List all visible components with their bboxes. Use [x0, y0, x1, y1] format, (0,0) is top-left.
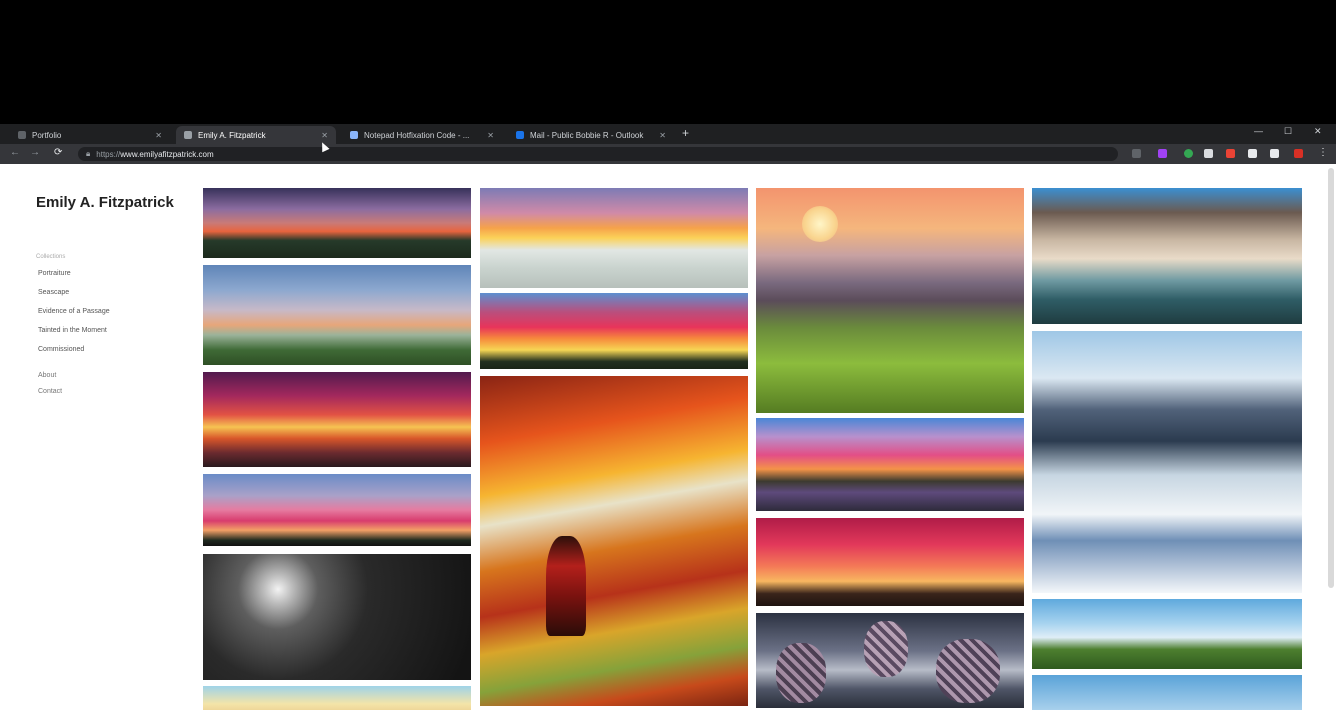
page-icon: [184, 131, 192, 139]
dusk-mountains-painting[interactable]: [203, 188, 471, 258]
woman-with-umbrella-figure: [546, 536, 586, 636]
browser-toolbar: ← → ⟳ 🔒︎ https://www.emilyafitzpatrick.c…: [0, 144, 1336, 164]
close-icon[interactable]: ✕: [155, 131, 162, 140]
page-icon: [350, 131, 358, 139]
tab-outlook-mail[interactable]: Mail - Public Bobbie R - Outlook ✕: [508, 126, 674, 144]
star-icon[interactable]: [1132, 149, 1141, 158]
nav-item-tainted-in-the-moment[interactable]: Tainted in the Moment: [38, 327, 107, 334]
forward-arrow-icon[interactable]: →: [30, 147, 40, 158]
extension-icon[interactable]: [1226, 149, 1235, 158]
outlook-icon: [516, 131, 524, 139]
storm-clouds-sea-painting[interactable]: [1032, 188, 1302, 324]
pink-horizon-painting[interactable]: [203, 474, 471, 546]
nav-item-commissioned[interactable]: Commissioned: [38, 346, 84, 353]
green-meadow-painting[interactable]: [1032, 599, 1302, 669]
extension-icon[interactable]: [1184, 149, 1193, 158]
nav-section-label: Collections: [36, 254, 66, 260]
icebergs-sunset-painting[interactable]: [480, 188, 748, 288]
pinecones-painting[interactable]: [756, 613, 1024, 708]
nav-item-contact[interactable]: Contact: [38, 388, 62, 395]
tab-notepad[interactable]: Notepad Hotfixation Code - ... ✕: [342, 126, 502, 144]
pinecone-shape: [776, 643, 826, 703]
back-arrow-icon[interactable]: ←: [10, 147, 20, 158]
new-tab-button[interactable]: +: [682, 126, 689, 140]
tab-portfolio[interactable]: Portfolio ✕: [10, 126, 170, 144]
menu-icon[interactable]: ⋮: [1318, 147, 1328, 158]
url-protocol: https://: [96, 149, 121, 159]
site-title[interactable]: Emily A. Fitzpatrick: [36, 194, 176, 212]
page-scrollbar[interactable]: [1328, 168, 1334, 588]
close-icon[interactable]: ✕: [659, 131, 666, 140]
maximize-icon[interactable]: ☐: [1284, 126, 1292, 137]
fiery-sky-painting[interactable]: [480, 293, 748, 369]
blue-sky-painting[interactable]: [1032, 675, 1302, 710]
snowy-valley-painting[interactable]: [1032, 331, 1302, 593]
nav-item-evidence-of-a-passage[interactable]: Evidence of a Passage: [38, 308, 110, 315]
red-sky-tree-painting[interactable]: [756, 518, 1024, 606]
web-page: Emily A. Fitzpatrick Collections Portrai…: [0, 164, 1336, 710]
moonlit-night-painting[interactable]: [203, 554, 471, 680]
minimize-icon[interactable]: —: [1254, 126, 1263, 136]
extension-icon[interactable]: [1294, 149, 1303, 158]
pinecone-shape: [864, 621, 908, 677]
address-bar[interactable]: 🔒︎ https://www.emilyafitzpatrick.com: [78, 147, 1118, 161]
extension-icon[interactable]: [1204, 149, 1213, 158]
extension-icon[interactable]: [1270, 149, 1279, 158]
close-window-icon[interactable]: ✕: [1314, 126, 1322, 137]
page-icon: [18, 131, 26, 139]
lake-sunset-painting[interactable]: [756, 418, 1024, 511]
nav-item-seascape[interactable]: Seascape: [38, 289, 69, 296]
pinecone-shape: [936, 639, 1000, 703]
nav-item-about[interactable]: About: [38, 372, 56, 379]
url-text: www.emilyafitzpatrick.com: [120, 149, 214, 159]
cloudy-field-painting[interactable]: [203, 265, 471, 365]
nav-item-portraiture[interactable]: Portraiture: [38, 270, 71, 277]
tab-label: Portfolio: [32, 130, 62, 140]
sunny-sky-painting[interactable]: [203, 686, 471, 710]
extension-icon[interactable]: [1158, 149, 1167, 158]
magenta-sunset-painting[interactable]: [203, 372, 471, 467]
mountain-children-painting[interactable]: [756, 188, 1024, 413]
reload-icon[interactable]: ⟳: [54, 147, 62, 158]
tab-strip: Portfolio ✕ Emily A. Fitzpatrick ✕ Notep…: [0, 124, 1336, 144]
letterbox: [0, 0, 1336, 124]
tab-label: Notepad Hotfixation Code - ...: [364, 130, 470, 140]
home-icon[interactable]: [1248, 149, 1257, 158]
lock-icon: 🔒︎: [86, 149, 91, 158]
tab-emily-fitzpatrick[interactable]: Emily A. Fitzpatrick ✕: [176, 126, 336, 144]
close-icon[interactable]: ✕: [487, 131, 494, 140]
close-icon[interactable]: ✕: [321, 131, 328, 140]
sun-shape: [802, 206, 838, 242]
tab-label: Mail - Public Bobbie R - Outlook: [530, 130, 644, 140]
tab-label: Emily A. Fitzpatrick: [198, 130, 266, 140]
autumn-umbrella-painting[interactable]: [480, 376, 748, 706]
